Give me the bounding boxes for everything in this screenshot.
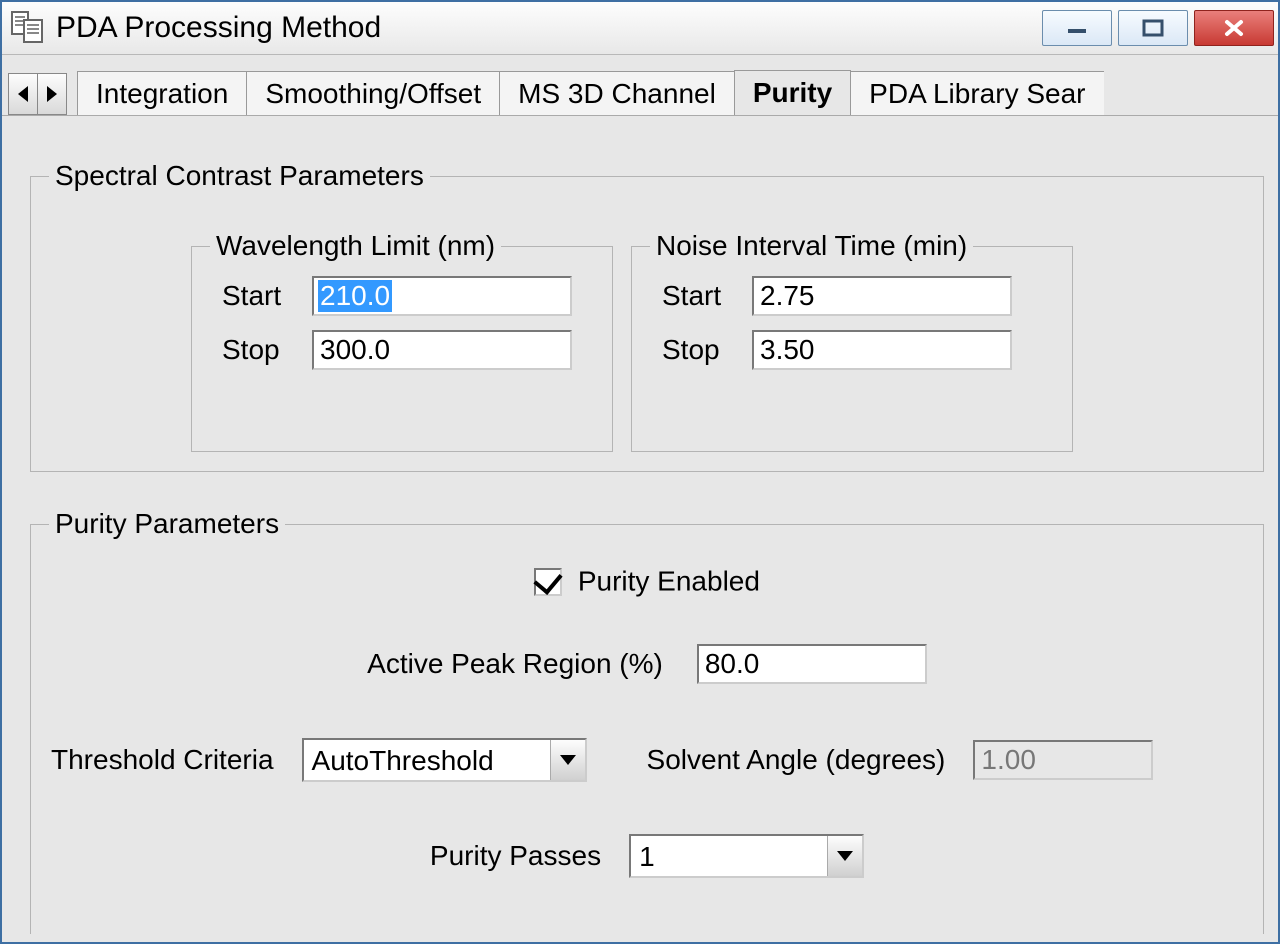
purity-enabled-label: Purity Enabled (578, 566, 760, 597)
tab-smoothing-offset[interactable]: Smoothing/Offset (246, 71, 500, 116)
active-peak-region-label: Active Peak Region (%) (367, 648, 663, 680)
close-icon (1219, 18, 1249, 38)
noise-stop-input[interactable] (752, 330, 1012, 370)
threshold-criteria-label: Threshold Criteria (51, 744, 274, 776)
tab-content-purity: Spectral Contrast Parameters Wavelength … (10, 118, 1270, 934)
noise-start-label: Start (662, 280, 752, 312)
purity-passes-label: Purity Passes (430, 840, 601, 872)
tab-scroll (8, 73, 67, 115)
group-purity-parameters: Purity Parameters Purity Enabled Active … (30, 508, 1264, 934)
solvent-angle-label: Solvent Angle (degrees) (647, 744, 946, 776)
group-spectral-contrast: Spectral Contrast Parameters Wavelength … (30, 160, 1264, 472)
chevron-right-icon (47, 86, 57, 102)
close-button[interactable] (1194, 10, 1274, 46)
wavelength-start-label: Start (222, 280, 312, 312)
maximize-icon (1138, 18, 1168, 38)
tab-scroll-right[interactable] (37, 74, 66, 114)
window-buttons (1042, 10, 1274, 46)
threshold-criteria-value: AutoThreshold (304, 740, 550, 780)
chevron-left-icon (18, 86, 28, 102)
window-title: PDA Processing Method (56, 11, 1042, 45)
threshold-criteria-combo[interactable]: AutoThreshold (302, 738, 587, 782)
chevron-down-icon (560, 755, 576, 765)
wavelength-start-input[interactable] (312, 276, 572, 316)
tab-ms-3d-channel[interactable]: MS 3D Channel (499, 71, 735, 116)
noise-start-input[interactable] (752, 276, 1012, 316)
active-peak-region-input[interactable] (697, 644, 927, 684)
minimize-icon (1062, 21, 1092, 35)
purity-passes-combo[interactable]: 1 (629, 834, 864, 878)
maximize-button[interactable] (1118, 10, 1188, 46)
group-noise-interval: Noise Interval Time (min) Start Stop (631, 230, 1073, 452)
tab-scroll-left[interactable] (9, 74, 37, 114)
purity-passes-dropdown-button[interactable] (827, 836, 862, 876)
noise-stop-label: Stop (662, 334, 752, 366)
minimize-button[interactable] (1042, 10, 1112, 46)
purity-enabled-checkbox[interactable] (534, 568, 562, 596)
tab-strip: Integration Smoothing/Offset MS 3D Chann… (2, 55, 1278, 116)
wavelength-stop-label: Stop (222, 334, 312, 366)
threshold-criteria-dropdown-button[interactable] (550, 740, 585, 780)
titlebar: PDA Processing Method (2, 2, 1278, 55)
group-noise-interval-label: Noise Interval Time (min) (650, 230, 973, 262)
group-purity-parameters-label: Purity Parameters (49, 508, 285, 540)
group-wavelength-limit: Wavelength Limit (nm) Start 210.0 Stop (191, 230, 613, 452)
solvent-angle-input (973, 740, 1153, 780)
tab-pda-library-search[interactable]: PDA Library Sear (850, 71, 1103, 116)
window: PDA Processing Method Integration Smooth… (0, 0, 1280, 944)
group-wavelength-limit-label: Wavelength Limit (nm) (210, 230, 501, 262)
tab-purity[interactable]: Purity (734, 70, 851, 116)
app-icon (10, 10, 46, 46)
group-spectral-contrast-label: Spectral Contrast Parameters (49, 160, 430, 192)
tab-integration[interactable]: Integration (77, 71, 247, 116)
purity-passes-value: 1 (631, 836, 827, 876)
wavelength-stop-input[interactable] (312, 330, 572, 370)
chevron-down-icon (837, 851, 853, 861)
